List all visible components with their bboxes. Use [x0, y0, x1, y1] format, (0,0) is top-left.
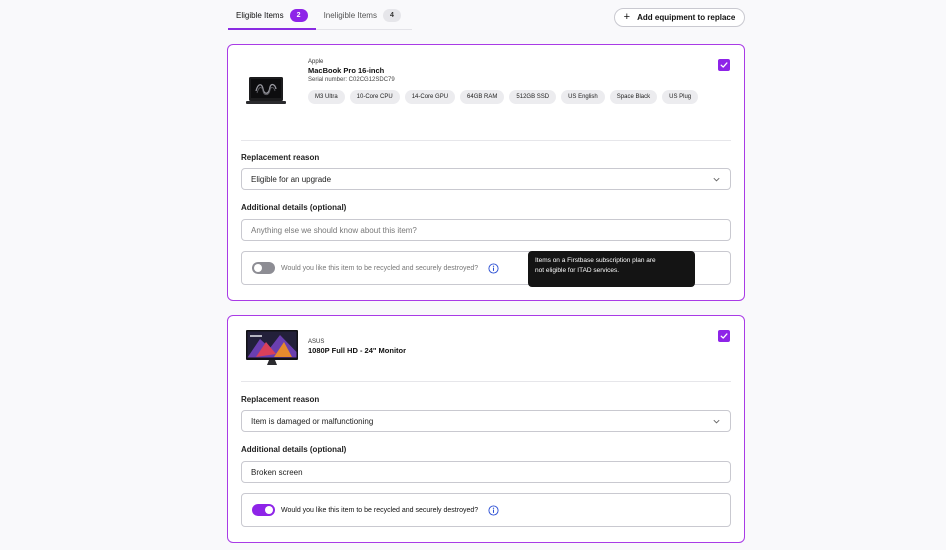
chevron-down-icon	[713, 177, 720, 182]
tooltip-line: Items on a Firstbase subscription plan a…	[535, 257, 656, 264]
spec-chip: 14-Core GPU	[404, 90, 456, 104]
replacement-reason-select[interactable]: Item is damaged or malfunctioning	[241, 410, 731, 432]
select-item-checkbox[interactable]	[718, 59, 730, 71]
spec-chip: 64GB RAM	[460, 90, 505, 104]
spec-chip: Space Black	[609, 90, 658, 104]
add-equipment-label: Add equipment to replace	[637, 13, 736, 22]
item-brand: Apple	[308, 59, 324, 65]
additional-details-input[interactable]: Anything else we should know about this …	[241, 219, 731, 241]
recycle-toggle[interactable]	[252, 262, 275, 274]
info-icon[interactable]	[488, 262, 499, 274]
tooltip-line: not eligible for ITAD services.	[535, 266, 620, 274]
additional-details-input[interactable]: Broken screen	[241, 461, 731, 483]
divider	[241, 381, 731, 382]
toggle-knob	[265, 506, 273, 514]
monitor-image	[246, 330, 298, 365]
replacement-reason-label: Replacement reason	[241, 395, 320, 404]
check-icon	[720, 333, 728, 339]
count-badge: 2	[289, 8, 308, 22]
spec-chip: 512GB SSD	[509, 90, 557, 104]
item-tabs: Eligible Items 2 Ineligible Items 4	[228, 8, 412, 30]
tab-ineligible-items[interactable]: Ineligible Items 4	[316, 7, 409, 29]
spec-chip: US Plug	[662, 90, 699, 104]
recycle-question: Would you like this item to be recycled …	[281, 264, 479, 272]
itad-ineligible-tooltip: Items on a Firstbase subscription plan a…	[528, 251, 695, 287]
add-equipment-button[interactable]: + Add equipment to replace	[614, 8, 745, 27]
item-serial: Serial number: C02CG12SDC79	[308, 77, 395, 83]
additional-details-label: Additional details (optional)	[241, 445, 347, 454]
replacement-reason-value: Item is damaged or malfunctioning	[251, 416, 374, 426]
spec-chips: M3 Ultra 10-Core CPU 14-Core GPU 64GB RA…	[308, 90, 708, 104]
check-icon	[720, 62, 728, 68]
replacement-reason-label: Replacement reason	[241, 153, 320, 162]
item-info: Apple MacBook Pro 16-inch Serial number:…	[308, 59, 708, 104]
additional-details-placeholder: Anything else we should know about this …	[251, 225, 417, 235]
item-info: ASUS 1080P Full HD - 24" Monitor	[308, 339, 406, 355]
count-badge: 4	[382, 8, 401, 22]
item-model: 1080P Full HD - 24" Monitor	[308, 346, 407, 355]
spec-chip: US English	[561, 90, 605, 104]
recycle-option: Would you like this item to be recycled …	[241, 493, 731, 527]
recycle-toggle[interactable]	[252, 504, 275, 516]
item-model: MacBook Pro 16-inch	[308, 66, 385, 75]
tab-eligible-items[interactable]: Eligible Items 2	[228, 8, 316, 30]
divider	[241, 140, 731, 141]
additional-details-value: Broken screen	[251, 467, 303, 477]
select-item-checkbox[interactable]	[718, 330, 730, 342]
additional-details-label: Additional details (optional)	[241, 203, 347, 212]
replacement-reason-value: Eligible for an upgrade	[251, 174, 332, 184]
tab-label: Eligible Items	[236, 10, 284, 20]
plus-icon: +	[623, 11, 631, 23]
spec-chip: 10-Core CPU	[349, 90, 400, 104]
info-icon[interactable]	[488, 504, 499, 516]
tab-label: Ineligible Items	[323, 10, 377, 20]
recycle-question: Would you like this item to be recycled …	[281, 506, 479, 514]
replacement-reason-select[interactable]: Eligible for an upgrade	[241, 168, 731, 190]
spec-chip: M3 Ultra	[308, 90, 345, 104]
item-brand: ASUS	[308, 339, 325, 345]
toggle-knob	[254, 264, 262, 272]
laptop-image	[246, 77, 286, 104]
item-card-monitor: ASUS 1080P Full HD - 24" Monitor Replace…	[227, 315, 745, 543]
chevron-down-icon	[713, 419, 720, 424]
